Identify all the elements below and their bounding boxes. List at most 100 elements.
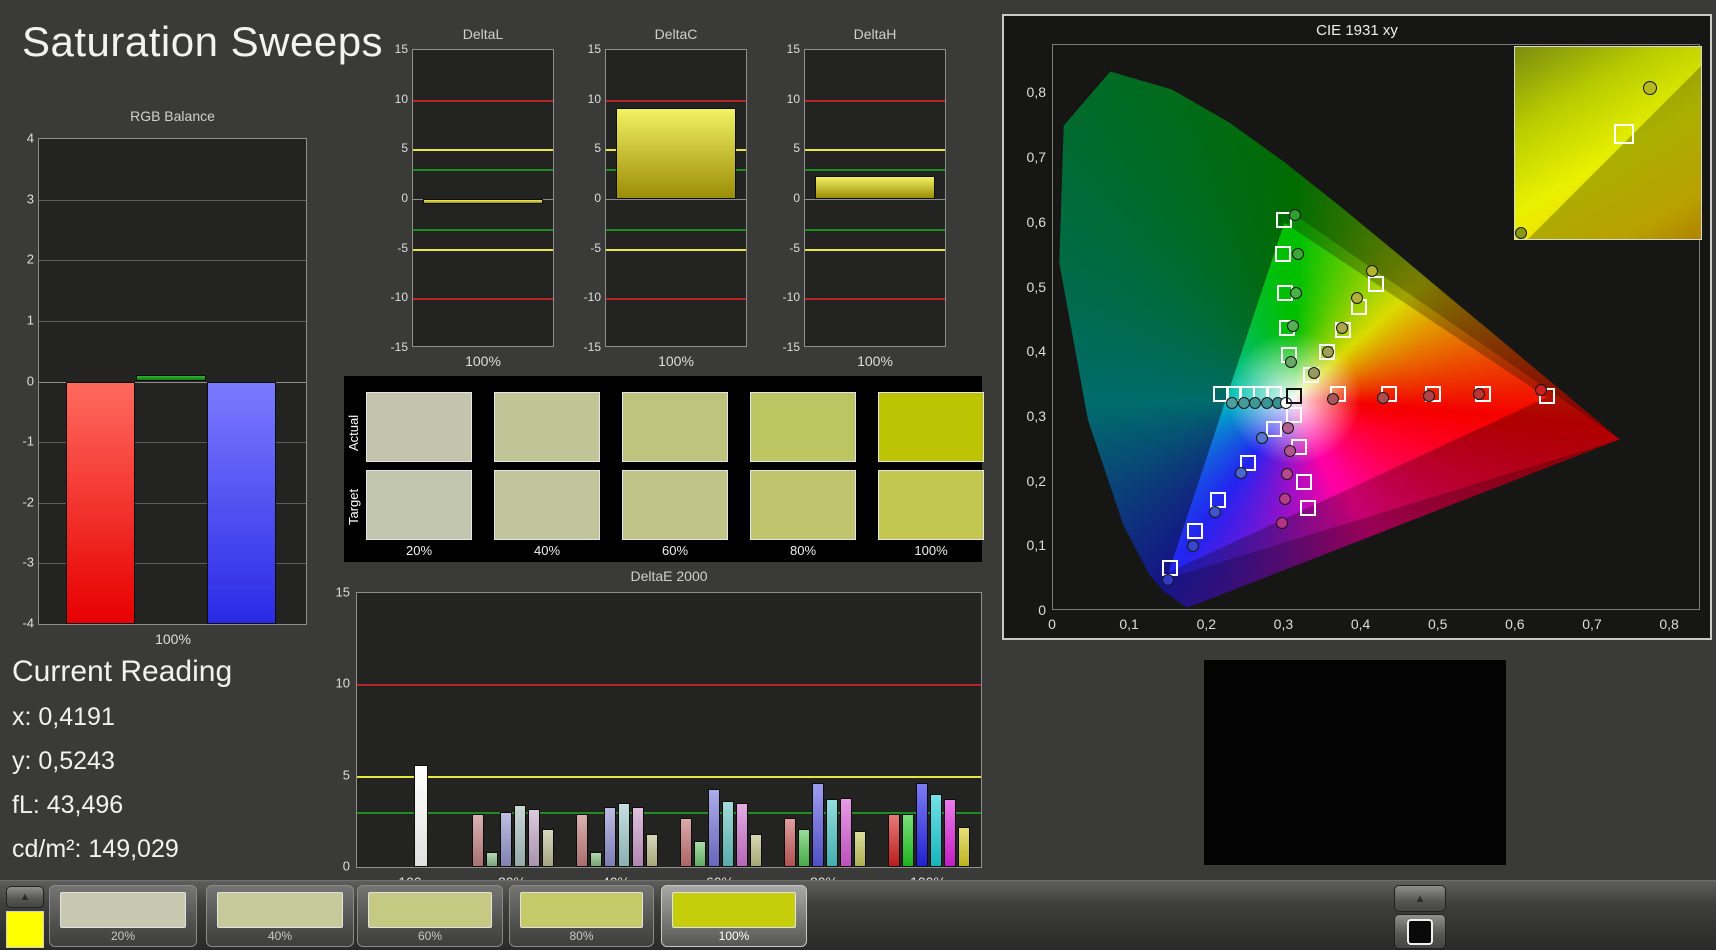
page-title: Saturation Sweeps <box>22 18 383 66</box>
cie-measured-circle-green-3 <box>1287 320 1299 332</box>
delta-ytick: -15 <box>374 340 408 354</box>
cie-measured-circle-cyan-1 <box>1238 397 1250 409</box>
delta-ytick: 10 <box>374 92 408 106</box>
cie-ytick: 0,6 <box>1010 214 1046 230</box>
deltae-bar-60%-1 <box>694 841 706 867</box>
delta-refline <box>606 298 746 300</box>
delta-refline <box>805 149 945 151</box>
rgb-bar-blue <box>207 382 276 625</box>
patch-button-label: 40% <box>207 929 353 943</box>
cie-zoom-inset <box>1514 46 1702 240</box>
cie-target-square-blue-0 <box>1266 421 1282 437</box>
delta-refline <box>606 229 746 231</box>
patch-button-60%[interactable]: 60% <box>357 885 503 947</box>
patch-button-label: 100% <box>662 929 806 943</box>
patch-chip-80% <box>520 892 643 928</box>
cie-target-square-yellow-0 <box>1368 276 1384 292</box>
rgb-bar-red <box>66 382 135 625</box>
cie-xtick: 0,3 <box>1274 616 1293 632</box>
rgb-ytick: -1 <box>0 434 34 449</box>
delta-ytick: 15 <box>374 42 408 56</box>
deltae-bar-80%-2 <box>812 783 824 867</box>
delta-refline <box>805 229 945 231</box>
rgb-ytick: -4 <box>0 616 34 631</box>
patch-chip-60% <box>368 892 492 928</box>
target-swatch-80% <box>750 470 856 540</box>
display-window-button[interactable]: ■ <box>1394 914 1446 949</box>
cie-ytick: 0,8 <box>1010 84 1046 100</box>
delta-ytick: 10 <box>567 92 601 106</box>
deltae-bar-80%-3 <box>826 799 838 867</box>
delta-refline <box>606 100 746 102</box>
swatch-col-label: 80% <box>790 543 816 558</box>
deltae-bar-80%-0 <box>784 818 796 867</box>
delta-ytick: 0 <box>766 191 800 205</box>
deltae-bar-40%-0 <box>576 814 588 867</box>
delta-ytick: 0 <box>374 191 408 205</box>
cie-measured-circle-blue-2 <box>1209 506 1221 518</box>
patch-button-label: 20% <box>50 929 196 943</box>
current-reading-fl: fL: 43,496 <box>12 791 123 820</box>
delta-ytick: 10 <box>766 92 800 106</box>
delta-refline <box>413 100 553 102</box>
deltae-bar-100%-5 <box>958 827 970 867</box>
cie-measured-circle-green-2 <box>1290 287 1302 299</box>
delta-ytick: -15 <box>567 340 601 354</box>
delta-ytick: -10 <box>766 290 800 304</box>
deltae-ytick: 15 <box>316 585 350 600</box>
cie-measured-circle-yellow-4 <box>1308 367 1320 379</box>
cie-ytick: 0,2 <box>1010 473 1046 489</box>
cie-ytick: 0,7 <box>1010 149 1046 165</box>
deltae-bar-20%-5 <box>542 829 554 867</box>
patch-chip-20% <box>60 892 186 928</box>
patch-button-40%[interactable]: 40% <box>206 885 354 947</box>
deltae-bar-80%-4 <box>840 798 852 867</box>
delta-ytick: 5 <box>374 141 408 155</box>
deltae-chart <box>356 592 982 868</box>
toolbar-scroll-up-button[interactable]: ▲ <box>1394 885 1446 912</box>
deltae-bar-100%-3 <box>930 794 942 867</box>
cie-measured-circle-cyan-0 <box>1226 397 1238 409</box>
bottom-toolbar: ▲ 20%40%60%80%100% ▲ ■ ■▶[··]∞⟳ « Back N… <box>0 880 1716 950</box>
delta-ytick: -10 <box>567 290 601 304</box>
delta-xlabel: 100% <box>857 353 893 369</box>
cie-target-square-magenta-2 <box>1296 474 1312 490</box>
delta-ytick: 5 <box>766 141 800 155</box>
swatch-col-label: 60% <box>662 543 688 558</box>
deltae-bar-20%-3 <box>514 805 526 867</box>
patch-button-80%[interactable]: 80% <box>509 885 654 947</box>
rgb-gridline <box>39 200 306 201</box>
swatch-col-label: 40% <box>534 543 560 558</box>
cie-measured-circle-magenta-1 <box>1284 445 1296 457</box>
delta-refline <box>413 249 553 251</box>
patch-list-scroll-up-button[interactable]: ▲ <box>6 886 44 908</box>
delta-ytick: -5 <box>567 241 601 255</box>
target-row-label: Target <box>346 472 362 542</box>
target-swatch-20% <box>366 470 472 540</box>
delta-refline <box>413 169 553 171</box>
rgb-gridline <box>39 260 306 261</box>
delta-ytick: -5 <box>374 241 408 255</box>
delta-chart-DeltaL <box>412 49 554 347</box>
delta-refline <box>805 100 945 102</box>
patch-button-20%[interactable]: 20% <box>49 885 197 947</box>
delta-refline <box>413 298 553 300</box>
cie-ytick: 0,5 <box>1010 279 1046 295</box>
cie-measured-circle-red-1 <box>1377 392 1389 404</box>
actual-swatch-100% <box>878 392 984 462</box>
cie-target-square-green-1 <box>1275 246 1291 262</box>
cie-measured-circle-cyan-2 <box>1249 397 1261 409</box>
cie-target-square-magenta-3 <box>1300 500 1316 516</box>
cie-xtick: 0,6 <box>1505 616 1524 632</box>
patch-button-100%[interactable]: 100% <box>661 885 807 947</box>
cie-ytick: 0,3 <box>1010 408 1046 424</box>
delta-zeroline <box>805 199 945 200</box>
deltae-bar-100%-2 <box>916 783 928 867</box>
active-patch-swatch[interactable] <box>6 911 44 948</box>
cie-current-target-square <box>1286 388 1302 404</box>
patch-button-label: 60% <box>358 929 502 943</box>
cie-xtick: 0,5 <box>1428 616 1447 632</box>
cie-inset-measured-circle <box>1643 81 1657 95</box>
cie-measured-circle-red-3 <box>1473 388 1485 400</box>
deltae-bar-100%-4 <box>944 799 956 867</box>
